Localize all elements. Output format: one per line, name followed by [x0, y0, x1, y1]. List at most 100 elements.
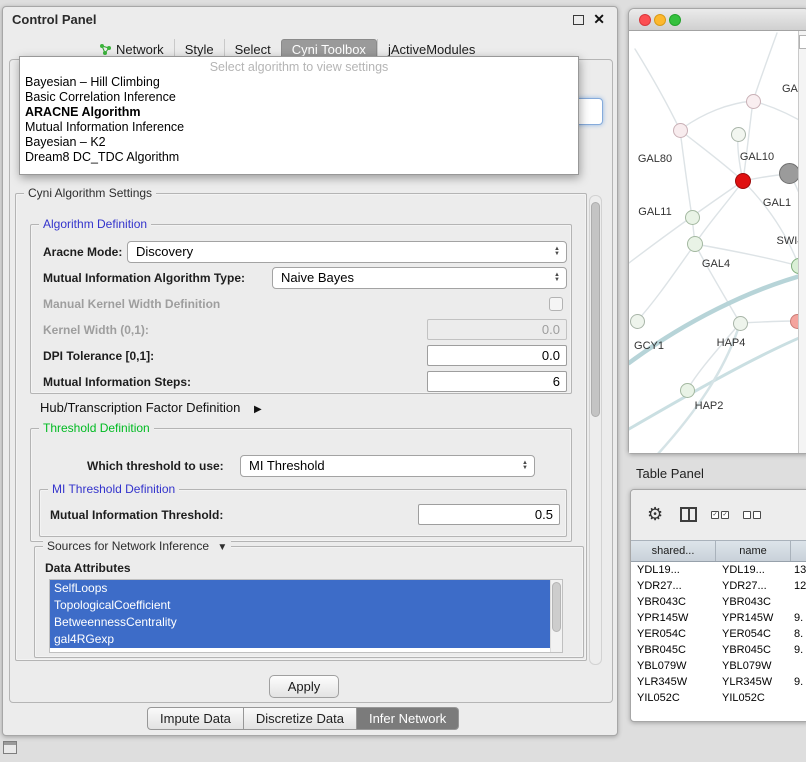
float-window-icon[interactable]: [573, 15, 584, 25]
tab-label: Select: [235, 42, 271, 57]
network-node[interactable]: [680, 383, 695, 398]
bottom-tab-impute-data[interactable]: Impute Data: [147, 707, 244, 730]
minimize-traffic-light-icon[interactable]: [654, 14, 666, 26]
mi-threshold-label: Mutual Information Threshold:: [50, 504, 223, 526]
scrollbar-thumb[interactable]: [552, 582, 561, 632]
network-node[interactable]: [746, 94, 761, 109]
dropdown-placeholder: Select algorithm to view settings: [20, 59, 578, 75]
bottom-tab-discretize-data[interactable]: Discretize Data: [244, 707, 357, 730]
aracne-mode-combobox[interactable]: Discovery ▲▼: [127, 241, 567, 263]
apply-button[interactable]: Apply: [269, 675, 339, 698]
columns-icon[interactable]: [680, 507, 697, 522]
table-row[interactable]: YPR145WYPR145W9.: [631, 610, 806, 626]
bottom-tabbar: Impute Data Discretize Data Infer Networ…: [147, 707, 459, 730]
table-row[interactable]: YDL19...YDL19...13: [631, 562, 806, 578]
tab-label: Cyni Toolbox: [292, 42, 366, 57]
node-label: GAL1: [763, 197, 791, 209]
table-row[interactable]: YIL052CYIL052C: [631, 690, 806, 706]
network-node[interactable]: [687, 236, 703, 252]
dropdown-item[interactable]: Bayesian – Hill Climbing: [20, 75, 578, 90]
list-scrollbar[interactable]: [550, 580, 562, 652]
close-traffic-light-icon[interactable]: [639, 14, 651, 26]
bottom-tab-infer-network[interactable]: Infer Network: [357, 707, 459, 730]
docked-panel-icon[interactable]: [3, 741, 17, 754]
table-row[interactable]: YBR043CYBR043C: [631, 594, 806, 610]
control-panel-titlebar: Control Panel ✕: [3, 7, 617, 33]
network-node[interactable]: [685, 210, 700, 225]
network-node[interactable]: [673, 123, 688, 138]
dropdown-item-selected[interactable]: ARACNE Algorithm: [20, 105, 578, 120]
gear-icon[interactable]: ⚙: [647, 504, 663, 524]
table-row[interactable]: YBL079WYBL079W: [631, 658, 806, 674]
manual-kernel-checkbox[interactable]: [549, 297, 563, 311]
network-node[interactable]: [630, 314, 645, 329]
cyni-algorithm-settings-group: Cyni Algorithm Settings Algorithm Defini…: [15, 193, 587, 661]
node-label: GCY1: [634, 340, 664, 352]
list-item[interactable]: SelfLoops: [50, 580, 562, 597]
network-node-gray[interactable]: [779, 163, 800, 184]
mi-type-combobox[interactable]: Naive Bayes ▲▼: [272, 267, 567, 289]
combobox-value: Naive Bayes: [281, 270, 354, 285]
dropdown-item[interactable]: Bayesian – K2: [20, 135, 578, 150]
collapsed-arrow-icon: ▶: [254, 404, 262, 415]
hub-definition-toggle[interactable]: Hub/Transcription Factor Definition ▶: [40, 400, 262, 415]
data-attributes-label: Data Attributes: [45, 557, 131, 579]
list-item[interactable]: gal4RGexp: [50, 631, 562, 648]
node-label: HAP2: [695, 400, 724, 412]
window-title: Control Panel: [12, 12, 97, 27]
kernel-width-field[interactable]: 0.0: [427, 319, 567, 340]
combobox-stepper-icon: ▲▼: [519, 456, 531, 476]
network-canvas[interactable]: GAL80 GAL10 GAL11 GAL1 SWI4 GAL4 GCY1 HA…: [629, 31, 806, 453]
node-label: GAL10: [740, 151, 774, 163]
mi-steps-field[interactable]: 6: [427, 371, 567, 392]
table-toolbar: ⚙ ✓✓: [631, 490, 806, 540]
group-title: Threshold Definition: [39, 421, 154, 435]
column-header[interactable]: name: [716, 541, 791, 561]
algorithm-dropdown-popup: Select algorithm to view settings Bayesi…: [19, 56, 579, 175]
mi-threshold-definition-group: MI Threshold Definition Mutual Informati…: [39, 489, 567, 537]
combobox-value: MI Threshold: [249, 458, 325, 473]
tab-label: jActiveModules: [388, 42, 475, 57]
group-title: Algorithm Definition: [39, 217, 151, 231]
dpi-tolerance-label: DPI Tolerance [0,1]:: [43, 345, 154, 367]
hide-selected-rows-icon[interactable]: [743, 511, 761, 519]
scrollbar-thumb[interactable]: [591, 202, 600, 417]
column-header[interactable]: shared...: [631, 541, 716, 561]
sources-toggle[interactable]: Sources for Network Inference ▼: [43, 539, 231, 553]
control-panel-window: Control Panel ✕ Network Style Select Cyn…: [2, 6, 618, 736]
which-threshold-combobox[interactable]: MI Threshold ▲▼: [240, 455, 535, 477]
dropdown-item[interactable]: Mutual Information Inference: [20, 120, 578, 135]
table-row[interactable]: YER054CYER054C8.: [631, 626, 806, 642]
zoom-traffic-light-icon[interactable]: [669, 14, 681, 26]
aracne-mode-label: Aracne Mode:: [43, 241, 122, 263]
group-title: MI Threshold Definition: [48, 482, 179, 496]
dpi-tolerance-field[interactable]: 0.0: [427, 345, 567, 366]
network-node[interactable]: [731, 127, 746, 142]
list-item[interactable]: BetweennessCentrality: [50, 614, 562, 631]
table-row[interactable]: YLR345WYLR345W9.: [631, 674, 806, 690]
table-row[interactable]: YDR27...YDR27...12: [631, 578, 806, 594]
node-label: GAL11: [638, 206, 671, 218]
dropdown-item[interactable]: Basic Correlation Inference: [20, 90, 578, 105]
node-label: GAL80: [638, 153, 672, 165]
network-icon: [99, 43, 112, 56]
combobox-stepper-icon: ▲▼: [551, 242, 563, 262]
tab-label: Style: [185, 42, 214, 57]
show-selected-rows-icon[interactable]: ✓✓: [711, 511, 729, 519]
settings-scrollbar[interactable]: [589, 195, 602, 665]
table-row[interactable]: YBR045CYBR045C9.: [631, 642, 806, 658]
mi-threshold-field[interactable]: 0.5: [418, 504, 560, 525]
dropdown-item[interactable]: Dream8 DC_TDC Algorithm: [20, 150, 578, 165]
sources-group: Sources for Network Inference ▼ Data Att…: [34, 546, 584, 658]
close-icon[interactable]: ✕: [593, 11, 605, 28]
column-header[interactable]: [791, 541, 806, 561]
algorithm-definition-group: Algorithm Definition Aracne Mode: Discov…: [30, 224, 572, 394]
manual-kernel-label: Manual Kernel Width Definition: [43, 293, 220, 315]
combobox-stepper-icon: ▲▼: [551, 268, 563, 288]
list-item[interactable]: TopologicalCoefficient: [50, 597, 562, 614]
network-node[interactable]: [733, 316, 748, 331]
scrollbar-button[interactable]: [799, 35, 806, 49]
network-scrollbar[interactable]: [798, 31, 806, 453]
network-node-red[interactable]: [735, 173, 751, 189]
tab-label: Network: [116, 42, 164, 57]
